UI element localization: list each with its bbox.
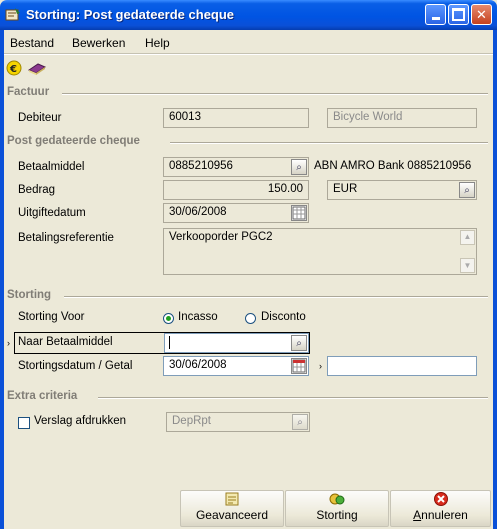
advanced-button[interactable]: Geavanceerd <box>180 490 284 527</box>
close-icon: ✕ <box>476 6 487 22</box>
debiteur-name-field: Bicycle World <box>327 108 477 128</box>
betaalmiddel-label: Betaalmiddel <box>18 161 85 173</box>
svg-text:€: € <box>9 64 17 75</box>
verslag-afdrukken-checkbox[interactable] <box>18 417 30 429</box>
euro-icon[interactable]: € <box>6 60 22 76</box>
calendar-icon[interactable] <box>291 358 307 374</box>
menu-bewerken[interactable]: Bewerken <box>72 35 125 51</box>
incasso-radio[interactable] <box>163 313 174 324</box>
debiteur-label: Debiteur <box>18 112 62 124</box>
window-frame-right <box>493 30 497 529</box>
disconto-radio[interactable] <box>245 313 256 324</box>
deposit-button-label: Storting <box>316 508 358 522</box>
maximize-icon <box>452 8 465 21</box>
scroll-up-icon[interactable]: ▲ <box>460 230 475 245</box>
app-icon <box>5 7 21 23</box>
lookup-icon: ⌕ <box>464 184 470 196</box>
storting-voor-label: Storting Voor <box>18 311 85 323</box>
currency-lookup-button[interactable]: ⌕ <box>459 182 475 198</box>
window-frame-left <box>0 30 4 529</box>
naar-betaalmiddel-lookup-button[interactable]: ⌕ <box>291 335 307 351</box>
section-factuur-header: Factuur <box>7 86 50 98</box>
required-arrow-icon: › <box>7 338 10 348</box>
naar-betaalmiddel-input[interactable] <box>164 333 309 353</box>
section-divider <box>64 296 488 298</box>
textarea-scrollbar[interactable]: ▲ ▼ <box>460 230 475 273</box>
currency-field[interactable]: EUR <box>327 180 477 200</box>
window-title: Storting: Post gedateerde cheque <box>26 7 235 22</box>
text-cursor <box>169 336 170 349</box>
cancel-button[interactable]: Annuleren <box>390 490 491 527</box>
bedrag-field[interactable]: 150.00 <box>163 180 309 200</box>
lookup-icon: ⌕ <box>296 161 302 173</box>
getal-arrow-icon: › <box>319 361 322 371</box>
betalingsreferentie-textarea[interactable]: Verkooporder PGC2 <box>163 228 477 275</box>
section-cheque-header: Post gedateerde cheque <box>7 135 140 147</box>
stortingsdatum-label: Stortingsdatum / Getal <box>18 360 133 372</box>
betaalmiddel-field[interactable]: 0885210956 <box>163 157 309 177</box>
naar-betaalmiddel-label: Naar Betaalmiddel <box>18 336 113 348</box>
betalingsreferentie-label: Betalingsreferentie <box>18 232 114 244</box>
cancel-icon <box>433 492 448 506</box>
report-field: DepRpt <box>166 412 310 432</box>
cancel-button-label: Annuleren <box>413 508 468 522</box>
debiteur-field[interactable]: 60013 <box>163 108 309 128</box>
settings-icon <box>225 492 239 506</box>
report-lookup-button: ⌕ <box>292 414 308 430</box>
getal-input[interactable] <box>327 356 477 376</box>
menu-bestand[interactable]: Bestand <box>10 35 54 51</box>
menu-separator <box>4 53 493 55</box>
book-icon[interactable] <box>27 60 47 76</box>
verslag-afdrukken-label[interactable]: Verslag afdrukken <box>34 415 126 427</box>
uitgiftedatum-field[interactable]: 30/06/2008 <box>163 203 309 223</box>
betaalmiddel-lookup-button[interactable]: ⌕ <box>291 159 307 175</box>
disconto-label[interactable]: Disconto <box>261 311 306 323</box>
close-button[interactable]: ✕ <box>471 4 492 25</box>
betaalmiddel-description: ABN AMRO Bank 0885210956 <box>314 160 472 172</box>
bedrag-label: Bedrag <box>18 184 56 196</box>
incasso-label[interactable]: Incasso <box>178 311 218 323</box>
calendar-icon[interactable] <box>291 205 307 221</box>
deposit-icon <box>329 493 345 505</box>
minimize-icon <box>431 17 440 20</box>
section-divider <box>62 93 488 95</box>
scroll-down-icon[interactable]: ▼ <box>460 258 475 273</box>
lookup-icon: ⌕ <box>297 416 303 428</box>
section-storting-header: Storting <box>7 289 52 301</box>
advanced-button-label: Geavanceerd <box>195 508 269 522</box>
deposit-button[interactable]: Storting <box>285 490 389 527</box>
section-extra-header: Extra criteria <box>7 390 78 402</box>
stortingsdatum-input[interactable]: 30/06/2008 <box>163 356 309 376</box>
uitgiftedatum-label: Uitgiftedatum <box>18 207 86 219</box>
minimize-button[interactable] <box>425 4 446 25</box>
section-divider <box>170 142 488 144</box>
section-divider <box>98 397 488 399</box>
maximize-button[interactable] <box>448 4 469 25</box>
menu-help[interactable]: Help <box>145 35 170 51</box>
lookup-icon: ⌕ <box>296 337 302 349</box>
